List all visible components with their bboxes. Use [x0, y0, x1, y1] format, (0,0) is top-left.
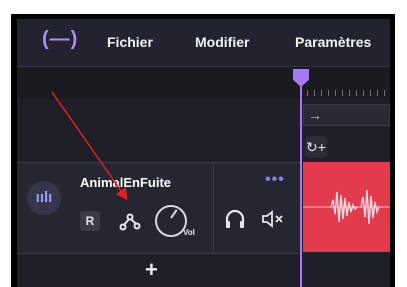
menu-fichier[interactable]: Fichier: [107, 34, 153, 50]
track-name[interactable]: AnimalEnFuite: [80, 175, 171, 190]
loop-add-button[interactable]: ↻+: [305, 136, 327, 158]
app-window: (—) Fichier Modifier Paramètres → ↻+ ııl…: [17, 19, 390, 287]
logo-icon[interactable]: (—): [42, 28, 78, 51]
track-header: ıılı AnimalEnFuite ••• R Vol: [17, 162, 300, 254]
menu-bar: (—) Fichier Modifier Paramètres: [17, 19, 390, 66]
loop-region-bar[interactable]: →: [303, 104, 390, 126]
loop-icon: ↻+: [306, 139, 326, 155]
mute-speaker-icon[interactable]: [260, 209, 286, 229]
add-track-button[interactable]: +: [145, 257, 158, 283]
clip-waveform: [303, 189, 390, 225]
arrow-right-icon: →: [308, 107, 322, 123]
audio-waveform-icon[interactable]: ıılı: [27, 181, 61, 215]
headphones-icon[interactable]: [224, 209, 246, 229]
track-divider: [213, 163, 214, 253]
more-options-icon[interactable]: •••: [265, 171, 285, 189]
menu-modifier[interactable]: Modifier: [195, 34, 249, 50]
record-arm-button[interactable]: R: [80, 211, 100, 231]
menu-parametres[interactable]: Paramètres: [295, 34, 371, 50]
playhead-line: [300, 85, 302, 287]
volume-label: Vol: [183, 228, 195, 237]
automation-icon[interactable]: [118, 209, 142, 233]
ruler-ticks: [307, 90, 390, 96]
